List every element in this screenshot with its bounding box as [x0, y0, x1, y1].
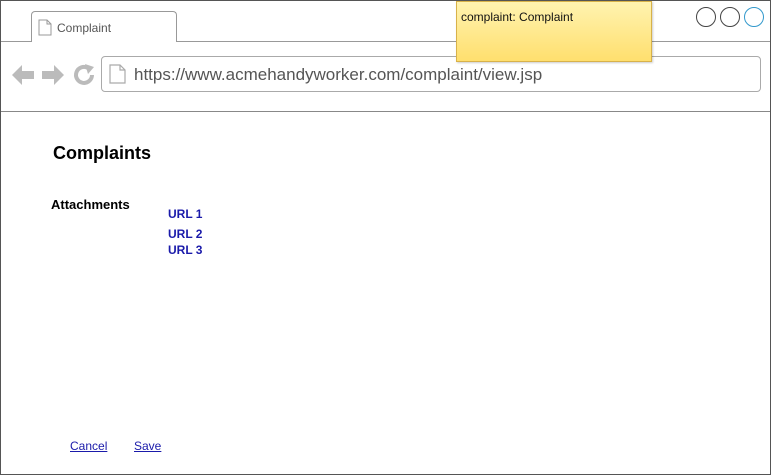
attachment-link-1[interactable]: URL 1 [168, 207, 202, 221]
attachment-link-2[interactable]: URL 2 [168, 227, 202, 241]
browser-window: Complaint https://www.acmehandyworker.co… [0, 0, 771, 475]
sticky-note-text: complaint: Complaint [461, 10, 574, 24]
window-button-close[interactable] [744, 7, 764, 27]
document-icon [109, 64, 126, 89]
forward-arrow-icon[interactable] [41, 63, 65, 92]
url-text: https://www.acmehandyworker.com/complain… [134, 65, 543, 84]
browser-tab[interactable]: Complaint [31, 11, 177, 42]
tab-title: Complaint [57, 21, 112, 35]
sticky-note: complaint: Complaint [456, 1, 652, 62]
reload-icon[interactable] [72, 63, 96, 92]
page-title: Complaints [53, 143, 152, 163]
tab-strip-line [1, 41, 31, 42]
attachment-link-3[interactable]: URL 3 [168, 243, 202, 257]
address-bar[interactable]: https://www.acmehandyworker.com/complain… [101, 56, 761, 92]
back-arrow-icon[interactable] [11, 63, 35, 92]
browser-chrome: Complaint https://www.acmehandyworker.co… [1, 1, 770, 112]
save-button[interactable]: Save [134, 439, 161, 453]
cancel-button[interactable]: Cancel [70, 439, 107, 453]
attachments-label: Attachments [51, 197, 130, 212]
window-button-minimize[interactable] [696, 7, 716, 27]
window-button-maximize[interactable] [720, 7, 740, 27]
document-icon [38, 19, 52, 41]
